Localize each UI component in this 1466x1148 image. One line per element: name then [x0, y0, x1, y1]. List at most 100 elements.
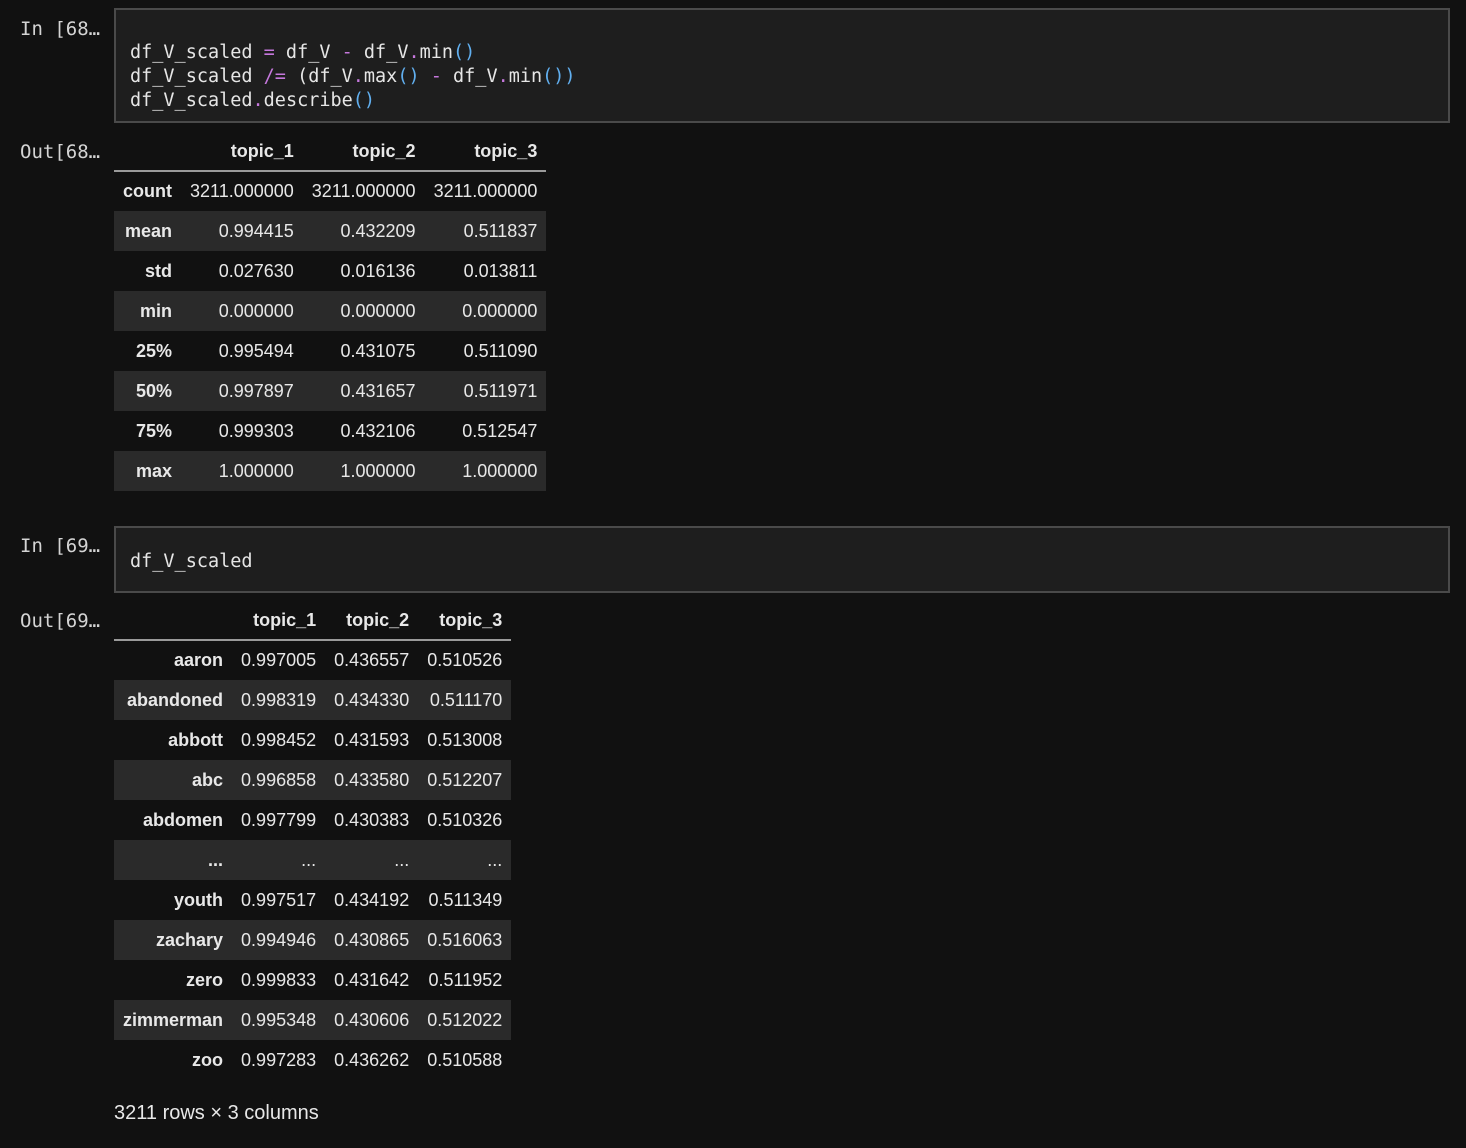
table-cell: ... [487, 849, 503, 870]
table-cell: ... [301, 849, 317, 870]
code-line: df_V_scaled /= (df_V.max() - df_V.min()) [130, 65, 1434, 89]
dataframe-output-table: topic_1 topic_2 topic_3 aaron 0.997005 0.436… [114, 602, 512, 1080]
table-cell: 0.995348 [241, 1009, 317, 1030]
code-token: max [363, 66, 398, 87]
table-cell: 0.430383 [334, 809, 410, 830]
table-row: 50% 0.997897 0.431657 0.511971 [114, 371, 547, 411]
row-index-label: ... [208, 849, 224, 870]
table-cell: 0.997005 [241, 650, 317, 670]
table-cell: 0.994415 [218, 220, 294, 241]
table-cell: 0.430865 [334, 929, 410, 950]
code-token: . [408, 42, 420, 63]
column-header: topic_2 [325, 602, 419, 641]
table-cell: 0.511170 [429, 689, 503, 710]
code-token: df_V_scaled [130, 551, 253, 572]
row-index-label: zachary [156, 929, 224, 950]
table-cell: 3211.000000 [190, 181, 294, 201]
table-cell: 1.000000 [340, 460, 416, 481]
row-index-label: 25% [135, 340, 172, 361]
column-header: topic_1 [181, 133, 303, 172]
code-token: df_V_scaled [130, 90, 253, 111]
table-cell: 0.511837 [463, 220, 538, 241]
code-line: df_V_scaled = df_V - df_V.min() [130, 41, 1434, 65]
table-cell: 0.433580 [334, 769, 410, 790]
describe-output-table: topic_1 topic_2 topic_3 count 3211.000000 32… [114, 133, 547, 491]
row-index-label: abandoned [127, 689, 224, 710]
code-token: df_V [352, 42, 409, 63]
table-cell: 0.432106 [340, 420, 416, 441]
row-index-label: abc [192, 769, 224, 790]
table-row: abbott 0.998452 0.431593 0.513008 [114, 720, 511, 760]
table-row: min 0.000000 0.000000 0.000000 [114, 291, 547, 331]
code-token: - [430, 66, 442, 87]
code-cell-editor[interactable]: df_V_scaled = df_V - df_V.min() df_V_scal… [114, 8, 1450, 123]
table-cell: 0.027630 [218, 260, 294, 281]
dataframe-shape-note: 3211 rows × 3 columns [114, 1102, 319, 1124]
table-row: 25% 0.995494 0.431075 0.511090 [114, 331, 546, 371]
row-index-label: zimmerman [123, 1009, 224, 1030]
table-cell: 0.000000 [340, 300, 416, 321]
column-header: topic_1 [232, 602, 326, 641]
row-index-label: zero [186, 969, 224, 990]
row-index-label: abbott [168, 729, 224, 750]
row-index-label: abdomen [143, 809, 224, 830]
code-token: - [341, 42, 353, 63]
table-cell: 0.000000 [218, 300, 294, 321]
input-prompt: In [69… [20, 535, 101, 557]
table-cell: 0.510526 [427, 650, 503, 670]
table-cell: 0.996858 [241, 769, 317, 790]
code-token: () [397, 66, 420, 87]
table-cell: 0.511090 [463, 340, 538, 361]
row-index-label: 50% [135, 380, 172, 401]
table-cell: 0.013811 [463, 260, 538, 281]
code-token: min [419, 42, 454, 63]
table-cell: 0.997799 [241, 809, 317, 830]
code-cell-editor[interactable]: df_V_scaled [114, 526, 1450, 593]
index-header [114, 133, 181, 172]
table-cell: 0.436557 [334, 650, 410, 670]
table-row: std 0.027630 0.016136 0.013811 [114, 251, 546, 291]
row-index-label: min [139, 300, 172, 321]
table-cell: 1.000000 [218, 460, 294, 481]
table-cell: 0.510326 [427, 809, 503, 830]
column-header: topic_3 [424, 133, 547, 172]
table-cell: 0.016136 [340, 260, 416, 281]
code-token: = [263, 42, 275, 63]
table-cell: 0.999303 [218, 420, 294, 441]
table-cell: 0.510588 [427, 1049, 503, 1070]
table-row: max 1.000000 1.000000 1.000000 [114, 451, 547, 491]
row-index-label: std [145, 260, 172, 281]
table-cell: 0.434192 [334, 889, 410, 910]
table-cell: 0.511952 [428, 969, 503, 990]
table-cell: 0.513008 [427, 729, 503, 750]
output-prompt: Out[68… [20, 141, 101, 163]
table-row: youth 0.997517 0.434192 0.511349 [114, 880, 511, 920]
table-cell: 0.511349 [428, 889, 503, 910]
code-line: df_V_scaled.describe() [130, 89, 1434, 113]
table-cell: 0.434330 [334, 689, 410, 710]
table-row: abc 0.996858 0.433580 0.512207 [114, 760, 512, 800]
code-token: /= [263, 66, 286, 87]
code-token: df_V_scaled [130, 66, 264, 87]
table-row: zachary 0.994946 0.430865 0.516063 [114, 920, 512, 960]
table-cell: 0.997283 [241, 1049, 317, 1070]
table-cell: 0.431642 [334, 969, 410, 990]
table-cell: 0.994946 [241, 929, 317, 950]
table-row: 75% 0.999303 0.432106 0.512547 [114, 411, 546, 451]
row-index-label: mean [124, 220, 172, 241]
row-index-label: count [123, 181, 172, 201]
input-prompt: In [68… [20, 18, 101, 40]
row-index-label: zoo [192, 1049, 224, 1070]
row-index-label: 75% [135, 420, 172, 441]
table-cell: 0.431593 [334, 729, 410, 750]
code-token: min [508, 66, 543, 87]
table-row: ............ [114, 840, 512, 880]
table-row: zoo 0.997283 0.436262 0.510588 [114, 1040, 511, 1080]
row-index-label: youth [174, 889, 224, 910]
table-row: count 3211.000000 3211.000000 3211.000000 [114, 171, 546, 211]
code-token: ()) [542, 66, 576, 87]
table-cell: 0.430606 [334, 1009, 410, 1030]
table-row: zero 0.999833 0.431642 0.511952 [114, 960, 511, 1000]
table-cell: 0.997517 [241, 889, 317, 910]
code-token: (df_V [285, 66, 353, 87]
